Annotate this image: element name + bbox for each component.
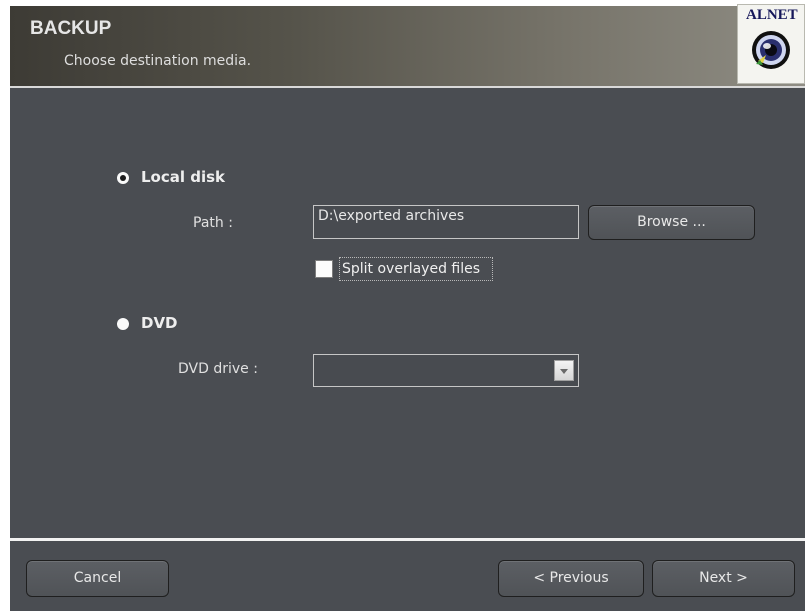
dvd-radio[interactable] bbox=[117, 318, 129, 330]
dvd-drive-label: DVD drive : bbox=[178, 361, 258, 377]
previous-button[interactable]: < Previous bbox=[498, 560, 644, 597]
path-label: Path : bbox=[193, 215, 233, 231]
logo-text: ALNET bbox=[746, 7, 798, 23]
content-panel bbox=[10, 88, 805, 538]
next-button[interactable]: Next > bbox=[652, 560, 795, 597]
backup-wizard-window: BACKUP Choose destination media. ALNET L… bbox=[0, 0, 805, 611]
cancel-button[interactable]: Cancel bbox=[26, 560, 169, 597]
wizard-subtitle: Choose destination media. bbox=[64, 53, 252, 69]
split-overlayed-label[interactable]: Split overlayed files bbox=[339, 257, 493, 281]
chevron-down-icon[interactable] bbox=[554, 360, 574, 381]
local-disk-radio[interactable] bbox=[117, 172, 129, 184]
split-overlayed-checkbox[interactable] bbox=[315, 260, 333, 278]
path-input[interactable]: D:\exported archives bbox=[313, 205, 579, 239]
browse-button[interactable]: Browse ... bbox=[588, 205, 755, 240]
local-disk-label[interactable]: Local disk bbox=[141, 168, 225, 186]
wizard-title: BACKUP bbox=[30, 18, 112, 39]
wizard-header: BACKUP Choose destination media. bbox=[10, 6, 805, 86]
eye-icon bbox=[752, 31, 790, 69]
dvd-label[interactable]: DVD bbox=[141, 314, 178, 332]
dvd-drive-select[interactable] bbox=[313, 354, 579, 387]
alnet-logo: ALNET bbox=[737, 4, 805, 84]
